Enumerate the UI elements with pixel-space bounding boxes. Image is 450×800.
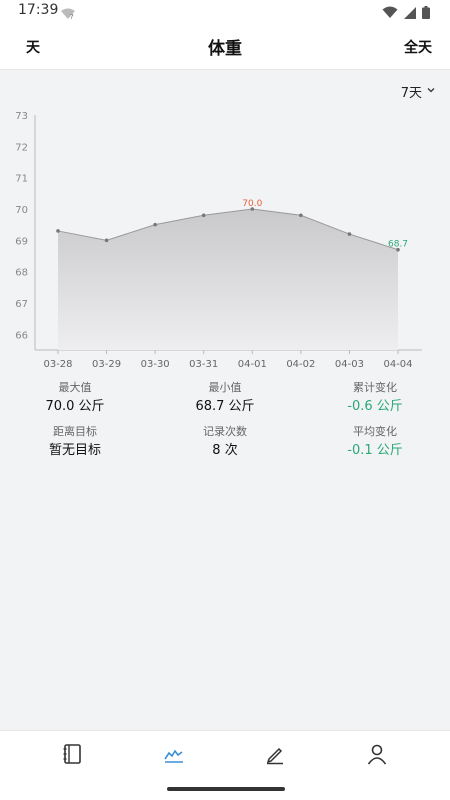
y-tick-label: 69 xyxy=(15,236,28,247)
x-tick-label: 03-29 xyxy=(92,359,121,370)
stats-row: 距离目标 暂无目标 记录次数 8 次 平均变化 -0.1 公斤 xyxy=(0,424,450,462)
x-tick-label: 04-04 xyxy=(383,359,412,370)
nav-profile[interactable] xyxy=(364,743,390,769)
stat-label: 距离目标 xyxy=(53,425,97,438)
stat-value: 8 次 xyxy=(212,443,238,458)
stats-panel: 最大值 70.0 公斤 最小值 68.7 公斤 累计变化 -0.6 公斤 距离目… xyxy=(0,380,450,468)
status-bar: 17:39 ? xyxy=(0,0,450,24)
data-point xyxy=(201,213,206,218)
pencil-icon xyxy=(264,743,286,769)
svg-text:?: ? xyxy=(70,13,74,20)
x-tick-label: 04-01 xyxy=(238,359,267,370)
nav-journal[interactable] xyxy=(59,743,85,769)
stat-label: 平均变化 xyxy=(353,425,397,438)
x-tick-label: 03-31 xyxy=(189,359,218,370)
all-day-button[interactable]: 全天 xyxy=(404,37,432,57)
app-header: 天 体重 全天 xyxy=(0,24,450,70)
home-indicator xyxy=(167,787,285,791)
max-data-label: 70.0 xyxy=(242,199,262,209)
nav-chart[interactable] xyxy=(161,743,187,769)
wifi-icon xyxy=(382,4,398,23)
x-tick-label: 03-28 xyxy=(43,359,72,370)
x-tick-label: 04-02 xyxy=(286,359,315,370)
weight-chart: 66 67 68 69 70 71 72 73 03-28 03-29 03-30 03-31 04-0… xyxy=(0,105,450,375)
min-data-label: 68.7 xyxy=(388,240,408,250)
nav-edit[interactable] xyxy=(262,743,288,769)
y-tick-label: 72 xyxy=(15,142,28,153)
y-tick-label: 66 xyxy=(15,330,28,341)
stat-goal-distance: 距离目标 暂无目标 xyxy=(0,424,150,462)
x-tick-label: 04-03 xyxy=(335,359,364,370)
chart-icon xyxy=(163,743,185,769)
series-area xyxy=(58,209,398,350)
stat-value: 暂无目标 xyxy=(48,443,101,458)
data-point xyxy=(56,229,60,233)
chevron-down-icon xyxy=(426,84,436,99)
y-tick-label: 67 xyxy=(15,299,28,310)
stat-average-change: 平均变化 -0.1 公斤 xyxy=(300,424,450,462)
stat-min: 最小值 68.7 公斤 xyxy=(150,380,300,418)
y-tick-label: 68 xyxy=(15,268,28,279)
stat-value: -0.1 公斤 xyxy=(347,443,403,458)
weight-chart-svg: 66 67 68 69 70 71 72 73 03-28 03-29 03-30 03-31 04-0… xyxy=(15,111,422,370)
y-tick-label: 73 xyxy=(15,111,28,122)
stat-total-change: 累计变化 -0.6 公斤 xyxy=(300,380,450,418)
stat-label: 记录次数 xyxy=(203,425,247,438)
status-time: 17:39 xyxy=(18,2,59,18)
battery-icon xyxy=(422,4,430,23)
y-tick-label: 71 xyxy=(15,174,28,185)
user-icon xyxy=(366,743,388,769)
data-point xyxy=(153,222,157,227)
stat-value: 70.0 公斤 xyxy=(45,399,105,414)
range-selector-label: 7天 xyxy=(400,86,422,101)
stat-record-count: 记录次数 8 次 xyxy=(150,424,300,462)
range-selector[interactable]: 7天 xyxy=(401,82,436,101)
stat-label: 累计变化 xyxy=(353,381,397,394)
data-point xyxy=(347,232,352,236)
notebook-icon xyxy=(61,743,83,769)
stat-value: -0.6 公斤 xyxy=(347,399,403,414)
stat-label: 最大值 xyxy=(58,381,92,394)
stat-label: 最小值 xyxy=(208,381,242,394)
stat-max: 最大值 70.0 公斤 xyxy=(0,380,150,418)
page-title: 体重 xyxy=(208,39,242,59)
x-tick-label: 03-30 xyxy=(141,359,170,370)
wifi-question-icon: ? xyxy=(60,5,76,24)
y-tick-label: 70 xyxy=(15,205,28,216)
signal-icon xyxy=(404,4,416,23)
stats-row: 最大值 70.0 公斤 最小值 68.7 公斤 累计变化 -0.6 公斤 xyxy=(0,380,450,418)
data-point xyxy=(299,213,303,218)
stat-value: 68.7 公斤 xyxy=(195,399,255,414)
data-point xyxy=(104,238,109,243)
